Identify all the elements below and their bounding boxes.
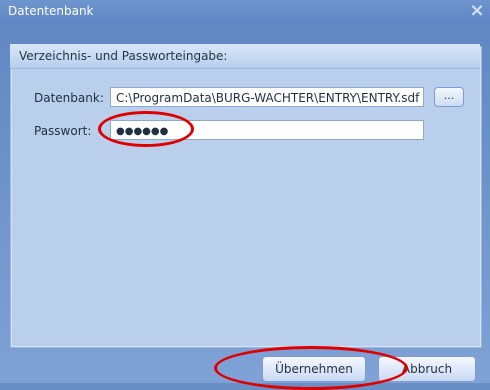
browse-button[interactable]: ... (434, 87, 464, 107)
annotation-circle-password (98, 111, 194, 147)
close-icon[interactable]: × (468, 2, 486, 20)
annotation-circle-apply (214, 346, 408, 390)
group-header: Verzeichnis- und Passworteingabe: (10, 44, 480, 69)
database-path-field[interactable]: C:\ProgramData\BURG-WACHTER\ENTRY\ENTRY.… (110, 87, 424, 107)
title-bar: Datentenbank × (0, 0, 490, 24)
dialog-window: Datentenbank × Verzeichnis- und Passwort… (0, 0, 490, 390)
password-label: Passwort: (34, 124, 92, 138)
window-title: Datentenbank (8, 4, 94, 18)
database-label: Datenbank: (34, 91, 104, 105)
group-title: Verzeichnis- und Passworteingabe: (19, 49, 228, 63)
